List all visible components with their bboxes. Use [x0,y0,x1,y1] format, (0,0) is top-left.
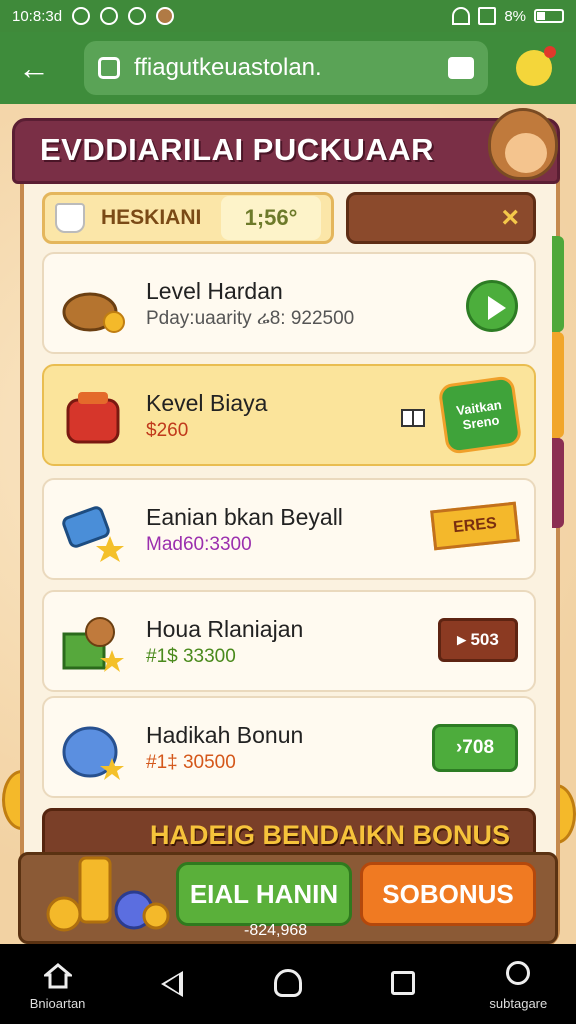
nav-profile-label: subtagare [489,996,548,1011]
row-title: Level Hardan [146,278,283,304]
search-label: HESKIANI [101,206,202,229]
sign-badge[interactable]: ▸ 503 [438,618,518,662]
phone-icon [62,506,124,562]
nav-back[interactable] [123,949,223,1019]
search-pill[interactable]: HESKIANI 1;56° [42,192,334,244]
list-item[interactable]: Hadikah Bonun #1‡ 30500 ›708 [42,696,536,798]
blob-character-icon [62,726,124,780]
list-item[interactable]: Eanian bkan Beyall Mad60:3300 ERES [42,478,536,580]
status-bar: 10:8:3d 8% [0,0,576,32]
close-panel-button[interactable]: × [346,192,536,244]
lock-icon [98,57,120,79]
row-title: Houa Rlaniajan [146,616,304,642]
list-item[interactable]: Level Hardan Pday:uaarity ሬ8: 922500 [42,252,536,354]
coins-icon [46,856,170,932]
avatar-icon [156,7,175,25]
side-tab-green[interactable] [552,236,564,332]
nav-home[interactable]: Bnioartan [8,949,108,1019]
badge-label: ERES [430,501,520,551]
row-subtitle: $260 [146,420,189,441]
nav-home-button[interactable] [238,949,338,1019]
battery-icon [534,9,564,23]
row-subtitle: #1‡ 30500 [146,752,236,773]
badge-label: Vaitkan Sreno [437,375,523,455]
primary-button-subtext: -824,968 [244,922,308,939]
play-button[interactable] [466,280,518,332]
bowl-icon [62,292,125,333]
row-subtitle: Pday:uaarity ሬ8: 922500 [146,308,355,329]
row-subtitle: Mad60:3300 [146,534,252,555]
url-text: ffiagutkeuastolan. [134,54,322,81]
cup-icon [55,203,85,233]
row-title: Eanian bkan Beyall [146,504,343,530]
user-icon [506,961,531,985]
list-item[interactable]: Kevel Biaya $260 Vaitkan Sreno [42,364,536,466]
backpack-icon [66,392,120,444]
bonus-title: HADEIG BENDAIKN BONUS [150,820,511,850]
recents-square-icon [391,971,416,995]
status-time: 10:8:3d [12,7,63,25]
badge-label: ▸ 503 [438,618,518,662]
wifi-icon [452,7,471,25]
row-title: Kevel Biaya [146,390,268,416]
offer-badge[interactable]: Vaitkan Sreno [437,375,523,455]
nav-recents[interactable] [353,949,453,1019]
extension-icon[interactable] [516,46,556,86]
row-title: Hadikah Bonun [146,722,304,748]
home-icon [43,963,72,989]
gift-icon [401,409,425,427]
system-nav-bar: Bnioartan subtagare [0,944,576,1024]
nav-profile[interactable]: subtagare [468,949,568,1019]
row-subtitle: #1$ 33300 [146,646,236,667]
sync-icon [128,7,147,25]
side-tab-orange[interactable] [552,332,564,438]
mascot-avatar [488,108,558,180]
gift-box-icon [62,617,124,672]
back-arrow-icon[interactable]: ← [14,48,54,88]
url-field[interactable]: ffiagutkeuastolan. [84,41,488,95]
mail-icon[interactable] [448,57,474,79]
side-tab-maroon[interactable] [552,438,564,528]
notification-icon [72,7,91,25]
play-icon [466,280,518,332]
badge-label: ›708 [432,724,518,772]
search-value: 1;56° [221,196,321,240]
list-item[interactable]: Houa Rlaniajan #1$ 33300 ▸ 503 [42,590,536,692]
battery-percent: 8% [504,7,526,25]
page-title: EVDDIARILAI PUCKUAAR [40,132,435,167]
browser-toolbar: ← ffiagutkeuastolan. [0,32,576,104]
app-icon [100,7,119,25]
primary-button[interactable]: EIAL HANIN [176,862,352,926]
nav-home-label: Bnioartan [29,996,86,1011]
back-triangle-icon [160,971,183,997]
close-icon: × [501,201,519,234]
green-badge[interactable]: ›708 [432,724,518,772]
signal-icon [478,7,497,25]
ribbon-badge[interactable]: ERES [430,501,520,551]
home-circle-icon [273,969,302,997]
bonus-button[interactable]: SOBONUS [360,862,536,926]
